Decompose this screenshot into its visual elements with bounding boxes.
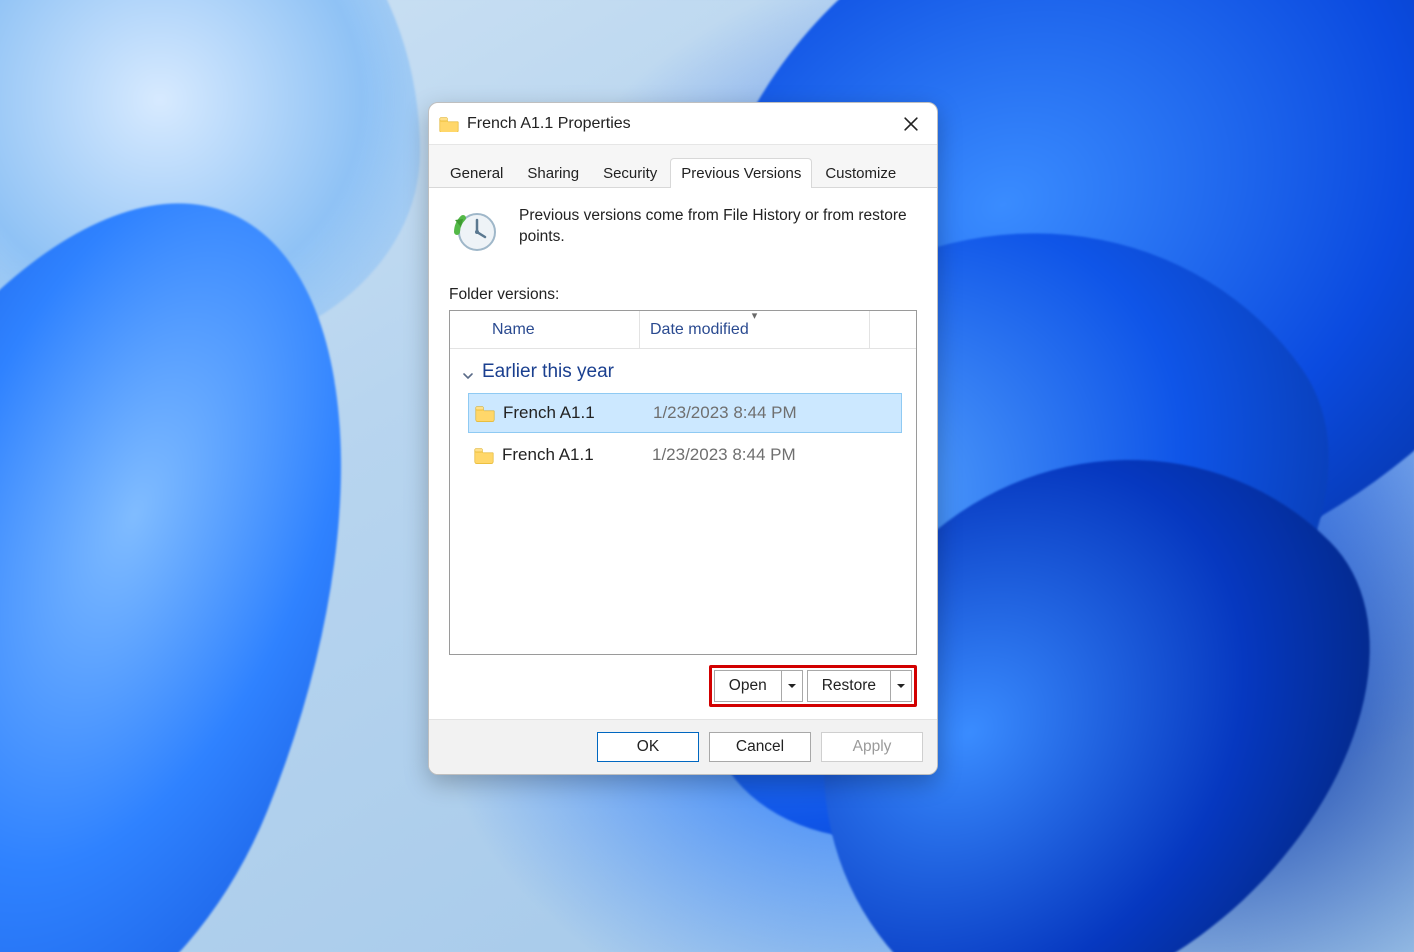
sort-indicator-icon: ▾ [752,309,758,322]
open-dropdown-arrow[interactable] [782,671,802,701]
open-button[interactable]: Open [715,671,782,701]
column-date-label: Date modified [650,321,749,339]
annotation-highlight: Open Restore [709,665,917,707]
listview-header: Name ▾ Date modified [450,311,916,349]
column-name[interactable]: Name [450,311,640,348]
tab-security[interactable]: Security [592,160,668,188]
window-title: French A1.1 Properties [467,115,895,133]
column-spacer[interactable] [870,311,916,348]
restore-dropdown-arrow[interactable] [891,671,911,701]
tab-body: Previous versions come from File History… [429,188,937,719]
row-date: 1/23/2023 8:44 PM [653,403,797,423]
close-button[interactable] [895,108,927,140]
version-row[interactable]: French A1.1 1/23/2023 8:44 PM [468,435,902,475]
versions-listview[interactable]: Name ▾ Date modified Earlier this year [449,310,917,655]
folder-icon [439,116,459,132]
ok-button[interactable]: OK [597,732,699,762]
chevron-down-icon [462,366,474,378]
dialog-button-bar: OK Cancel Apply [429,719,937,774]
titlebar[interactable]: French A1.1 Properties [429,103,937,145]
version-row[interactable]: French A1.1 1/23/2023 8:44 PM [468,393,902,433]
tab-general[interactable]: General [439,160,514,188]
cancel-button[interactable]: Cancel [709,732,811,762]
column-date-modified[interactable]: ▾ Date modified [640,311,870,348]
restore-split-button[interactable]: Restore [807,670,912,702]
group-earlier-this-year[interactable]: Earlier this year [450,355,916,391]
apply-button[interactable]: Apply [821,732,923,762]
open-split-button[interactable]: Open [714,670,803,702]
tab-customize[interactable]: Customize [814,160,907,188]
folder-icon [475,405,495,421]
folder-icon [474,447,494,463]
row-date: 1/23/2023 8:44 PM [652,445,796,465]
tab-strip: General Sharing Security Previous Versio… [429,145,937,188]
row-name: French A1.1 [503,403,653,423]
tab-sharing[interactable]: Sharing [516,160,590,188]
group-label: Earlier this year [482,361,614,383]
properties-dialog: French A1.1 Properties General Sharing S… [428,102,938,775]
row-name: French A1.1 [502,445,652,465]
tab-previous-versions[interactable]: Previous Versions [670,158,812,188]
list-label: Folder versions: [449,286,917,304]
description-text: Previous versions come from File History… [519,206,917,248]
column-name-label: Name [492,321,535,339]
history-icon [449,206,499,256]
restore-button[interactable]: Restore [808,671,891,701]
